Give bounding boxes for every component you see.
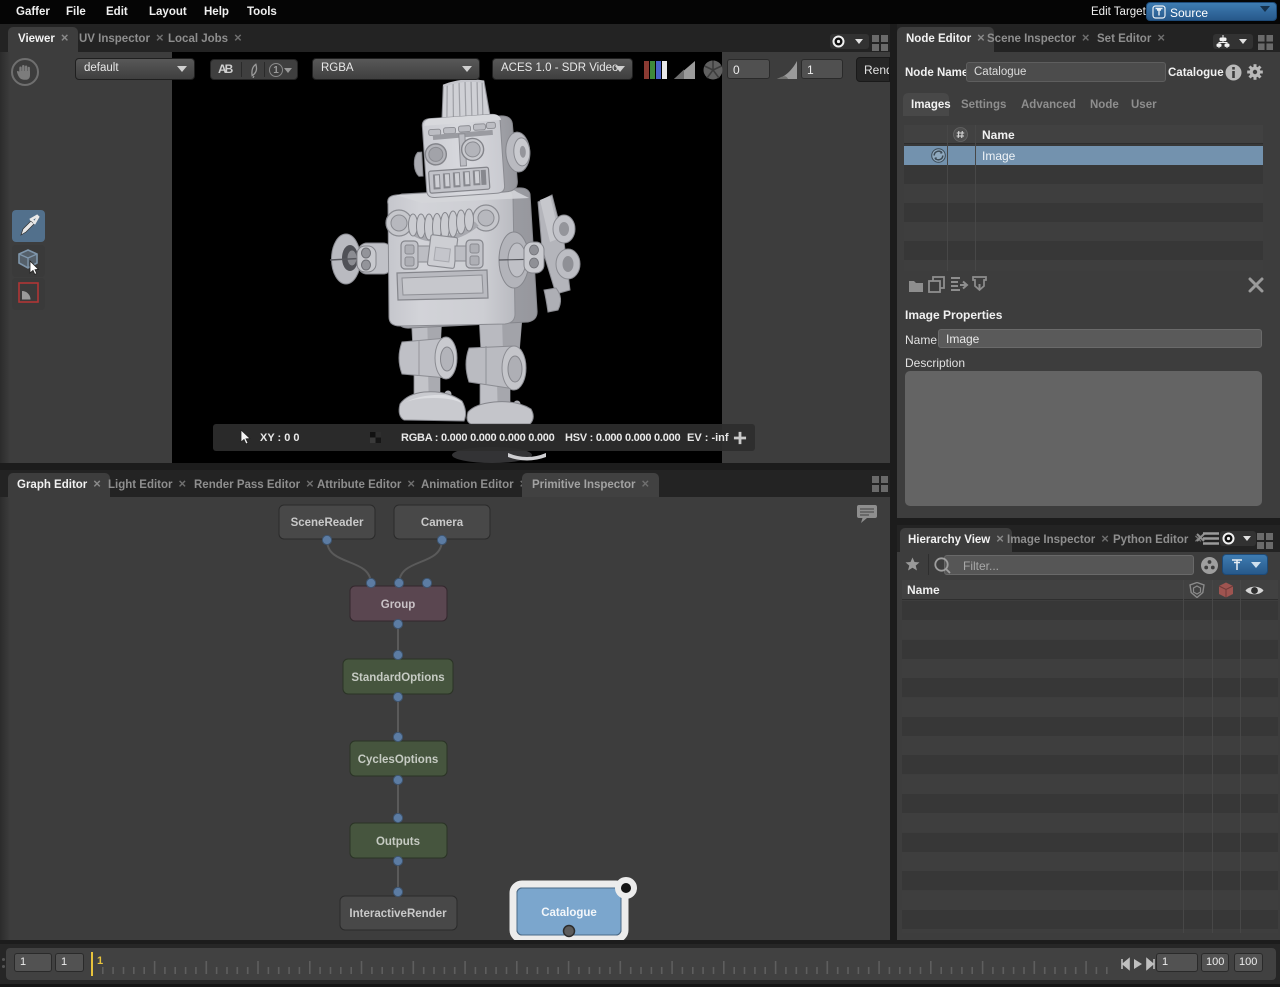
svg-text:Catalogue: Catalogue xyxy=(541,907,597,919)
svg-text:SceneReader: SceneReader xyxy=(291,517,364,529)
svg-text:Camera: Camera xyxy=(421,517,464,529)
svg-text:Group: Group xyxy=(381,599,416,611)
svg-text:InteractiveRender: InteractiveRender xyxy=(349,908,447,920)
svg-text:Outputs: Outputs xyxy=(376,836,420,848)
svg-text:CyclesOptions: CyclesOptions xyxy=(358,754,439,766)
svg-text:StandardOptions: StandardOptions xyxy=(351,672,444,684)
